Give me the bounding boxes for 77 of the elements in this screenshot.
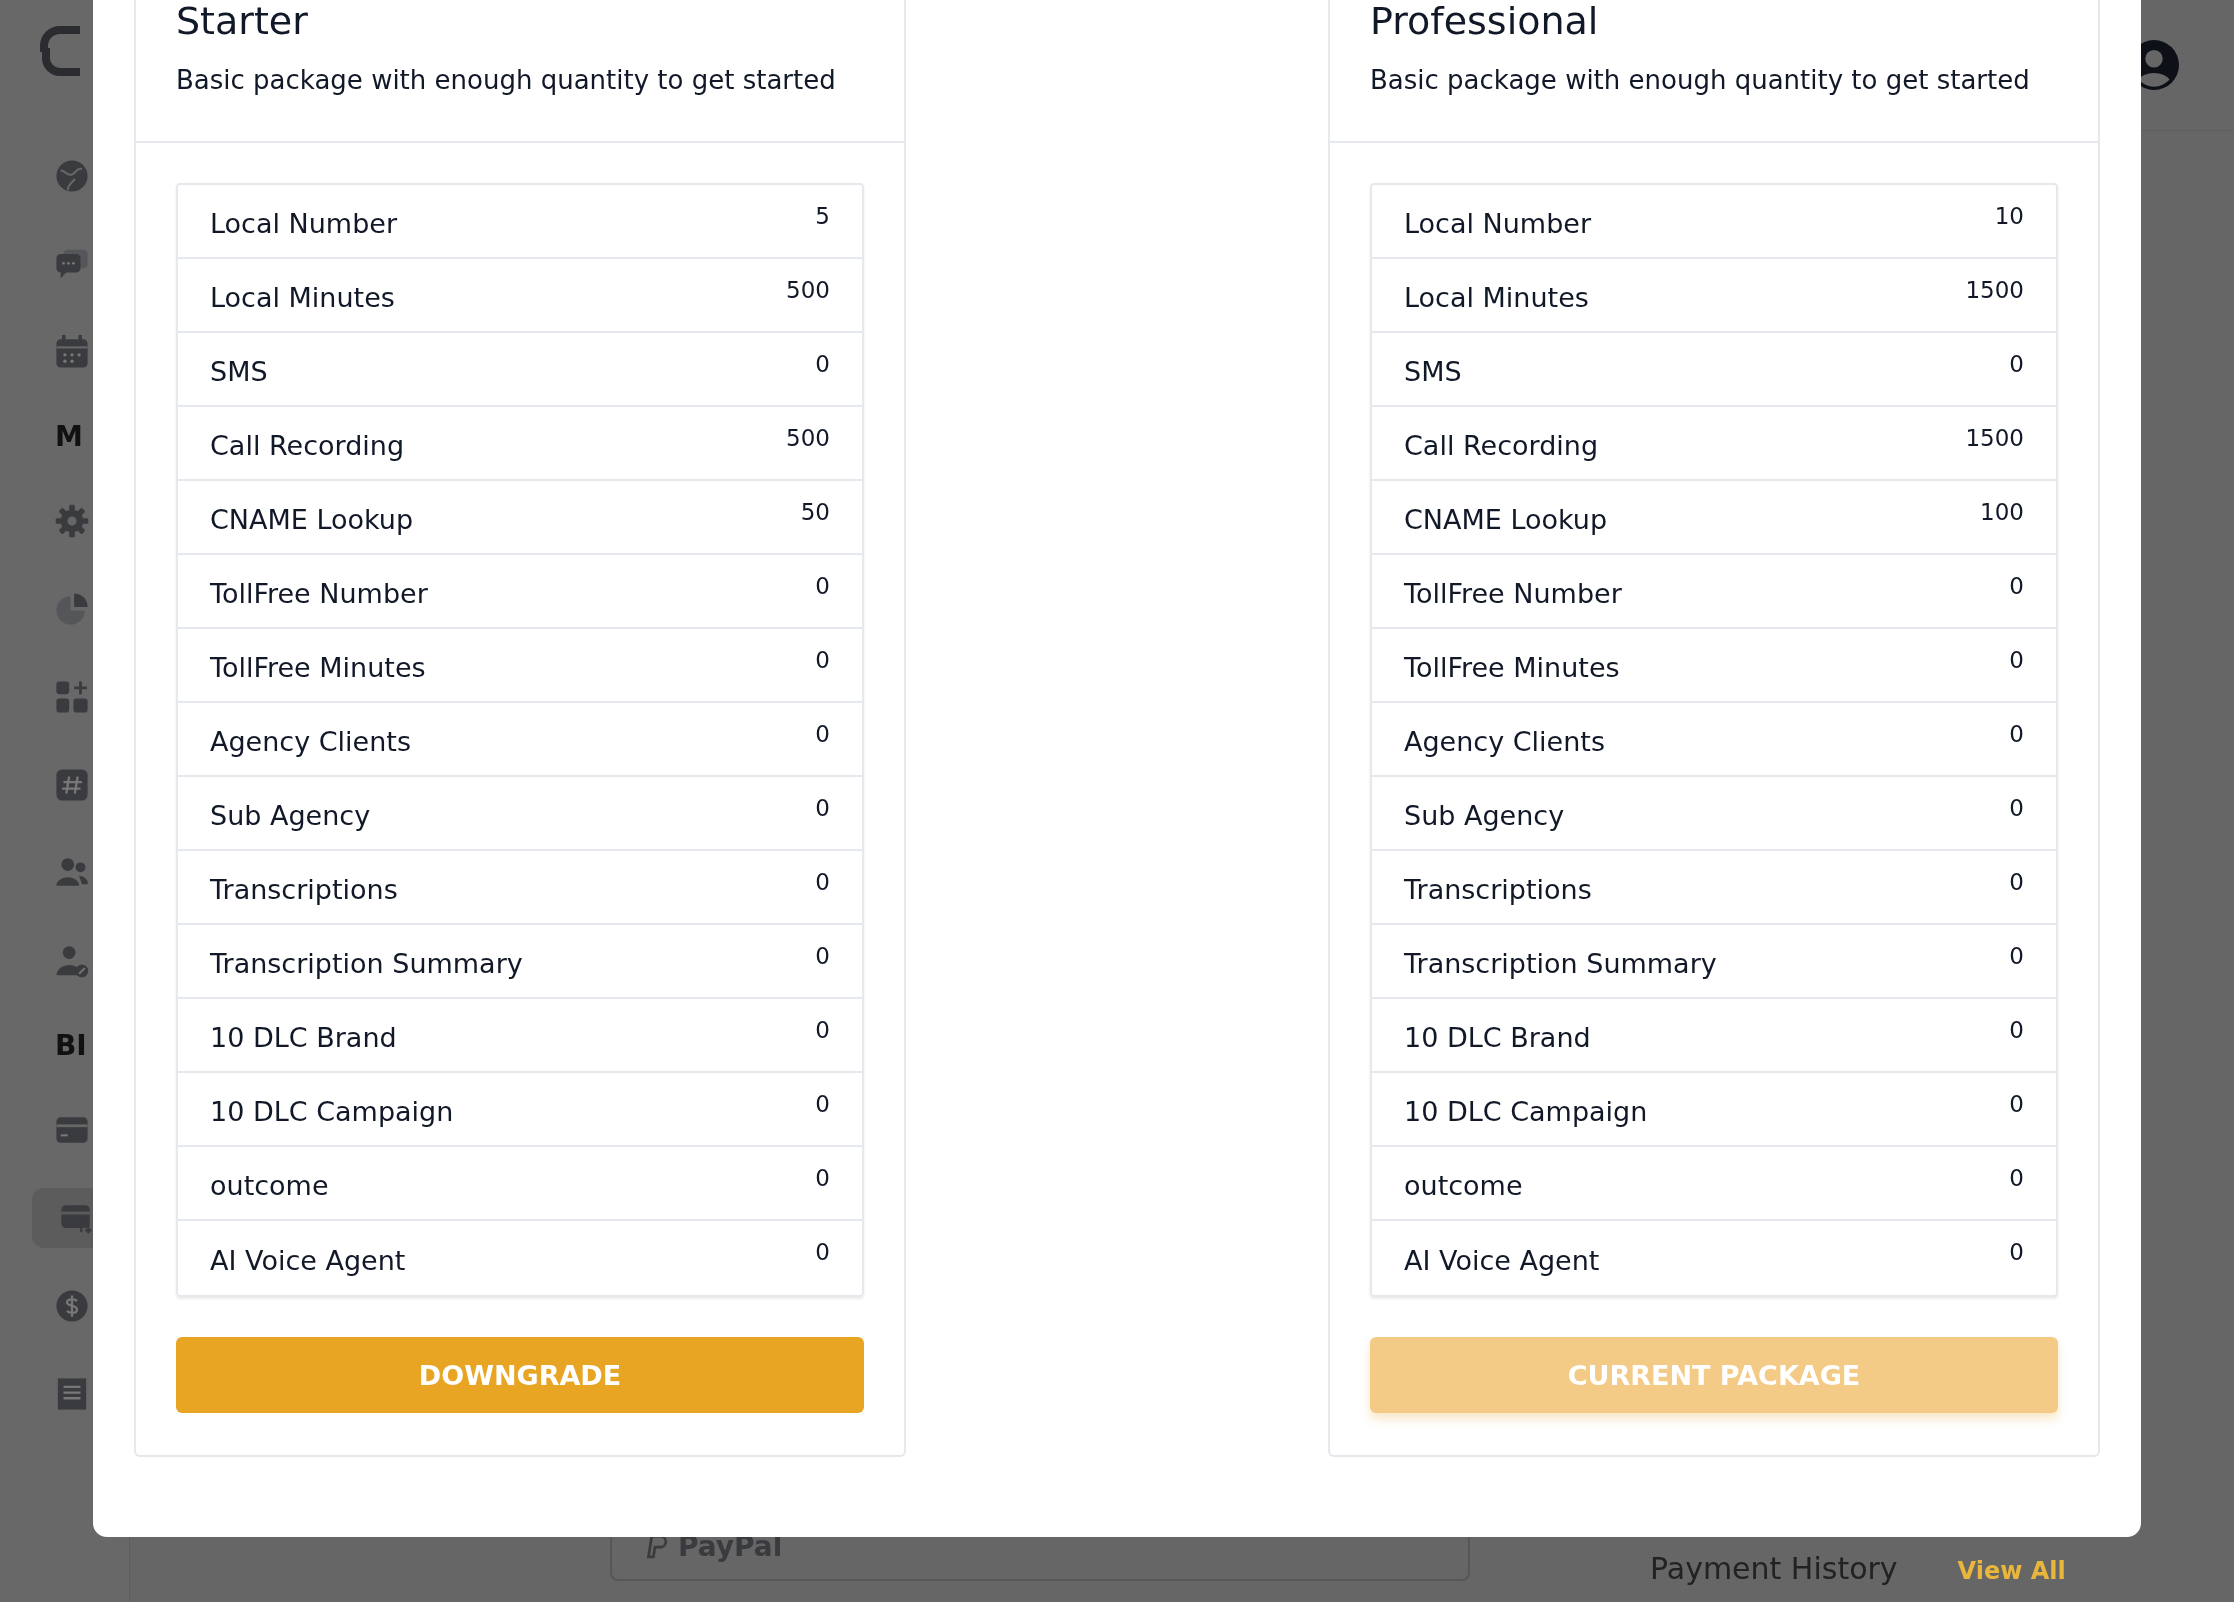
feature-value: 0 xyxy=(815,572,830,601)
feature-value: 0 xyxy=(2009,572,2024,601)
feature-value: 0 xyxy=(815,1016,830,1045)
feature-label: Local Minutes xyxy=(210,280,395,313)
feature-label: AI Voice Agent xyxy=(210,1243,406,1276)
feature-value: 0 xyxy=(815,350,830,379)
sidebar-section-label: M xyxy=(55,419,83,455)
feature-label: outcome xyxy=(210,1168,329,1201)
feature-label: 10 DLC Campaign xyxy=(1404,1094,1648,1127)
user-settings-icon xyxy=(55,944,89,978)
feature-value: 0 xyxy=(815,1238,830,1267)
apps-add-icon xyxy=(55,680,89,714)
feature-label: 10 DLC Brand xyxy=(210,1020,397,1053)
calendar-icon xyxy=(55,335,89,369)
feature-label: SMS xyxy=(210,354,268,387)
feature-value: 100 xyxy=(1980,498,2024,527)
settings-icon xyxy=(55,504,89,538)
feature-value: 0 xyxy=(815,646,830,675)
feature-value: 5 xyxy=(815,202,830,231)
feature-value: 0 xyxy=(2009,646,2024,675)
receipt-icon xyxy=(55,1377,89,1411)
feature-label: Call Recording xyxy=(1404,428,1599,461)
feature-label: TollFree Minutes xyxy=(210,650,426,683)
feature-label: Call Recording xyxy=(210,428,405,461)
feature-value: 0 xyxy=(2009,1164,2024,1193)
package-name: Starter xyxy=(176,0,309,40)
package-description: Basic package with enough quantity to get started xyxy=(176,64,836,97)
feature-value: 0 xyxy=(2009,1238,2024,1267)
feature-value: 0 xyxy=(815,1164,830,1193)
feature-label: Local Number xyxy=(1404,206,1592,239)
feature-label: 10 DLC Brand xyxy=(1404,1020,1591,1053)
feature-label: Local Minutes xyxy=(1404,280,1589,313)
feature-label: Local Number xyxy=(210,206,398,239)
package-description: Basic package with enough quantity to get started xyxy=(1370,64,2030,97)
feature-label: Transcriptions xyxy=(1404,872,1592,905)
feature-label: AI Voice Agent xyxy=(1404,1243,1600,1276)
feature-value: 0 xyxy=(815,794,830,823)
feature-value: 0 xyxy=(815,868,830,897)
feature-value: 0 xyxy=(2009,868,2024,897)
sidebar-section-label: BI xyxy=(55,1028,87,1064)
feature-label: TollFree Number xyxy=(1404,576,1622,609)
feature-value: 500 xyxy=(786,276,830,305)
feature-value: 0 xyxy=(815,942,830,971)
pie-chart-icon xyxy=(55,592,89,626)
feature-label: outcome xyxy=(1404,1168,1523,1201)
feature-label: Transcriptions xyxy=(210,872,398,905)
feature-label: Agency Clients xyxy=(1404,724,1605,757)
feature-label: TollFree Minutes xyxy=(1404,650,1620,683)
feature-label: TollFree Number xyxy=(210,576,428,609)
feature-value: 500 xyxy=(786,424,830,453)
feature-label: Transcription Summary xyxy=(1404,946,1717,979)
section-title: Payment History xyxy=(1650,1551,1898,1586)
package-action-button[interactable]: DOWNGRADE xyxy=(176,1337,864,1413)
feature-label: CNAME Lookup xyxy=(210,502,414,535)
feature-label: SMS xyxy=(1404,354,1462,387)
feature-value: 0 xyxy=(815,720,830,749)
feature-label: Transcription Summary xyxy=(210,946,523,979)
feature-label: Sub Agency xyxy=(1404,798,1565,831)
feature-value: 0 xyxy=(2009,350,2024,379)
feature-value: 0 xyxy=(2009,1090,2024,1119)
feature-value: 0 xyxy=(815,1090,830,1119)
feature-label: Sub Agency xyxy=(210,798,371,831)
package-name: Professional xyxy=(1370,0,1600,40)
feature-value: 0 xyxy=(2009,794,2024,823)
view-all-link[interactable]: View All xyxy=(1957,1557,2066,1585)
feature-value: 0 xyxy=(2009,1016,2024,1045)
feature-value: 0 xyxy=(2009,942,2024,971)
dollar-icon xyxy=(55,1289,89,1323)
feature-value: 10 xyxy=(1994,202,2024,231)
feature-label: CNAME Lookup xyxy=(1404,502,1608,535)
feature-value: 0 xyxy=(2009,720,2024,749)
feature-label: 10 DLC Campaign xyxy=(210,1094,454,1127)
feature-value: 50 xyxy=(800,498,830,527)
feature-value: 1500 xyxy=(1965,424,2024,453)
feature-value: 1500 xyxy=(1965,276,2024,305)
feature-label: Agency Clients xyxy=(210,724,411,757)
hashtag-icon xyxy=(55,768,89,802)
